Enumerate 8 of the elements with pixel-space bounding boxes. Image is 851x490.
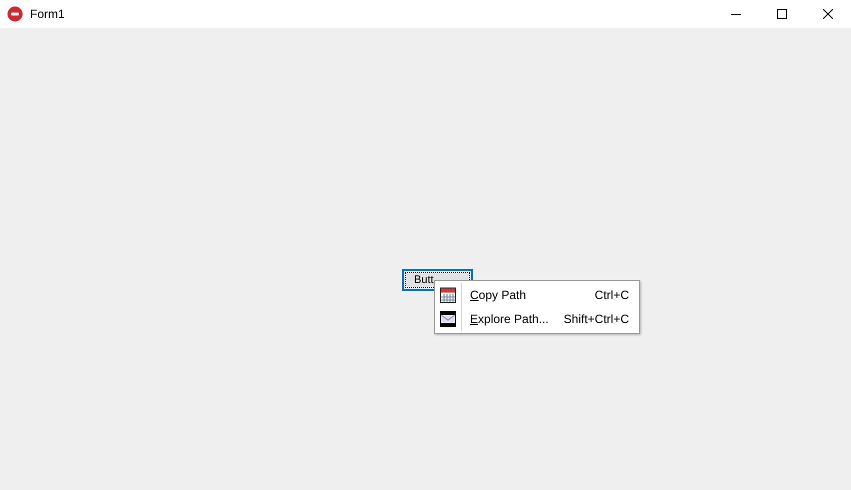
menu-item[interactable]: Explore Path... Shift+Ctrl+C xyxy=(435,307,639,331)
window-title: Form1 xyxy=(30,7,65,21)
maximize-icon xyxy=(777,9,787,19)
calendar-icon xyxy=(440,287,456,303)
app-logo-icon xyxy=(7,6,23,22)
menu-item[interactable]: Copy Path Ctrl+C xyxy=(435,283,639,307)
envelope-icon xyxy=(440,311,456,327)
close-icon xyxy=(823,9,833,19)
